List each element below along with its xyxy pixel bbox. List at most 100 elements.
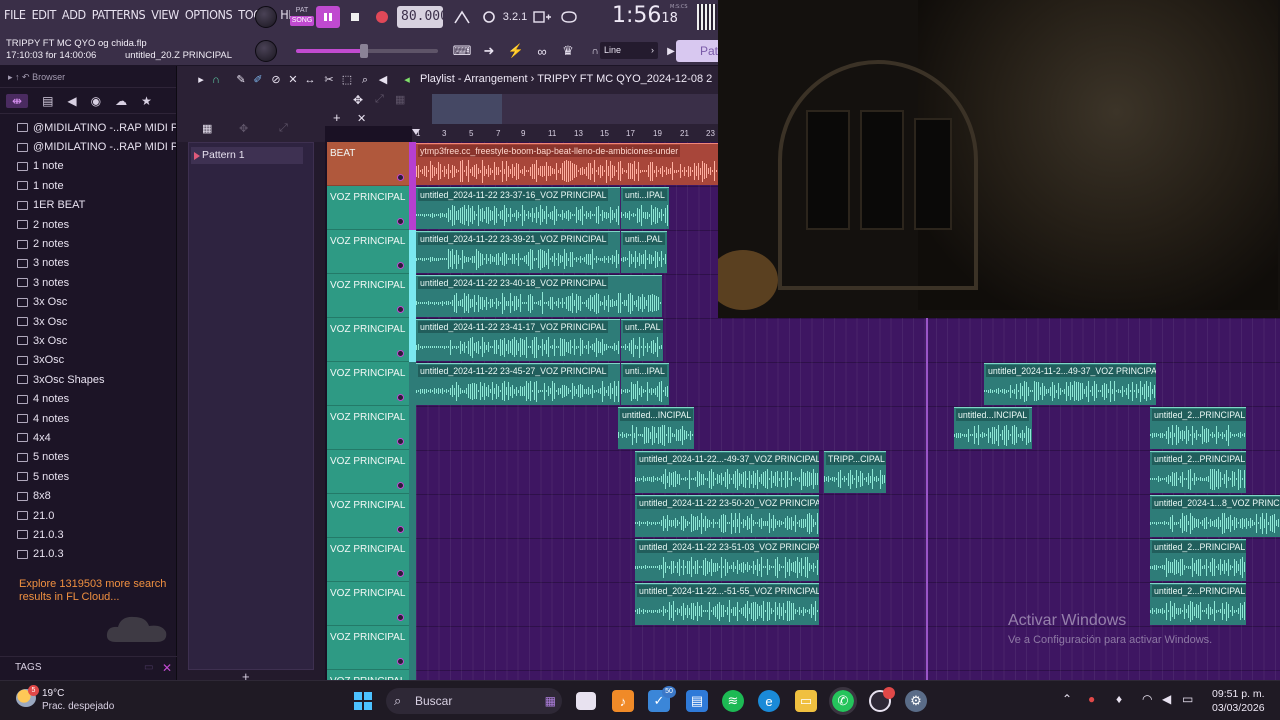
arrangement-icon[interactable]: ◂	[400, 73, 414, 87]
menu-file[interactable]: FILE	[4, 7, 26, 22]
track-header[interactable]: VOZ PRINCIPAL	[327, 494, 409, 538]
tab-speaker-icon[interactable]: ◀	[67, 94, 76, 108]
browser-item[interactable]: @MIDILATINO -..RAP MIDI PACK	[0, 118, 176, 137]
zoom-icon[interactable]: ⌕	[358, 73, 372, 87]
stamp-button[interactable]: ♛	[557, 41, 579, 61]
vocal-audio-clip[interactable]: untitled_2...PRINCIPAL	[1150, 407, 1246, 449]
browser-item[interactable]: 4 notes	[0, 389, 176, 408]
plugin-button[interactable]: ⚡	[505, 41, 527, 61]
track-color-strip[interactable]	[409, 538, 416, 582]
master-volume-knob[interactable]	[255, 6, 277, 28]
track-record-icon[interactable]	[397, 526, 404, 533]
piano-roll-button[interactable]: ⌨	[451, 41, 473, 61]
countdown-button[interactable]: 3.2.1	[503, 6, 527, 28]
mute-icon[interactable]: ✕	[286, 73, 300, 87]
cloud-search-message[interactable]: Explore 1319503 more search results in F…	[19, 578, 169, 604]
close-track-icon[interactable]: ✕	[357, 112, 366, 125]
microphone-icon[interactable]: ♦	[1116, 692, 1122, 706]
vocal-audio-clip[interactable]: untitled_2024-11-22 23-41-17_VOZ PRINCIP…	[416, 319, 620, 361]
track-record-icon[interactable]	[397, 394, 404, 401]
notes-app-icon[interactable]: ▤	[686, 690, 708, 712]
track-record-icon[interactable]	[397, 614, 404, 621]
track-record-icon[interactable]	[397, 350, 404, 357]
track-header[interactable]: VOZ PRINCIPAL	[327, 538, 409, 582]
track-record-icon[interactable]	[397, 482, 404, 489]
stop-button[interactable]	[343, 6, 367, 28]
step-edit-button[interactable]	[530, 6, 554, 28]
tab-all-icon[interactable]: ⇼	[6, 93, 29, 108]
vocal-audio-clip[interactable]: untitled_2024-11-2...49-37_VOZ PRINCIPAL	[984, 363, 1156, 405]
menu-edit[interactable]: EDIT	[32, 7, 57, 22]
beat-audio-clip[interactable]: ytmp3free.cc_freestyle-boom-bap-beat-lle…	[416, 143, 718, 185]
browser-item[interactable]: 3xOsc	[0, 351, 176, 370]
track-record-icon[interactable]	[397, 658, 404, 665]
browser-item[interactable]: 8x8	[0, 486, 176, 505]
magnet-snap-icon[interactable]: ∩	[209, 73, 223, 87]
vocal-audio-clip[interactable]: unti...PAL	[621, 231, 667, 273]
browser-item[interactable]: 2 notes	[0, 234, 176, 253]
track-header[interactable]: VOZ PRINCIPAL	[327, 362, 409, 406]
vocal-audio-clip[interactable]: unt...PAL	[621, 319, 663, 361]
overview-viewport[interactable]	[432, 94, 502, 124]
folder-icon[interactable]: ▭	[144, 657, 153, 679]
vocal-audio-clip[interactable]: untitled_2024-1...8_VOZ PRINCIPAL	[1150, 495, 1280, 537]
pencil-icon[interactable]: ✎	[234, 73, 248, 87]
start-button[interactable]	[352, 690, 374, 712]
vocal-audio-clip[interactable]: unti...IPAL	[621, 187, 669, 229]
playhead-marker[interactable]	[412, 129, 420, 135]
loop-button[interactable]	[557, 6, 581, 28]
track-color-strip[interactable]	[409, 494, 416, 538]
tray-app-icon[interactable]: ●	[1088, 692, 1095, 706]
tab-cloud-icon[interactable]: ☁	[115, 94, 127, 108]
vocal-audio-clip[interactable]: untitled_2...PRINCIPAL	[1150, 583, 1246, 625]
track-color-strip[interactable]	[409, 274, 416, 318]
track-header[interactable]: VOZ PRINCIPAL	[327, 406, 409, 450]
chevron-up-icon[interactable]: ⌃	[1062, 692, 1072, 706]
edge-icon[interactable]: e	[758, 690, 780, 712]
track-record-icon[interactable]	[397, 438, 404, 445]
delete-icon[interactable]: ⊘	[269, 73, 283, 87]
browser-item[interactable]: 1 note	[0, 176, 176, 195]
track-header[interactable]: VOZ PRINCIPAL	[327, 318, 409, 362]
track-header[interactable]: VOZ PRINCIPAL	[327, 274, 409, 318]
browser-item[interactable]: 5 notes	[0, 467, 176, 486]
wait-input-button[interactable]	[477, 6, 501, 28]
browser-item[interactable]: 4 notes	[0, 409, 176, 428]
paint-icon[interactable]: ✐	[251, 73, 265, 87]
pat-song-toggle[interactable]: PAT SONG	[290, 6, 314, 28]
browser-item[interactable]: 3xOsc Shapes	[0, 370, 176, 389]
tab-star-icon[interactable]: ★	[141, 94, 152, 108]
browser-item[interactable]: 21.0	[0, 506, 176, 525]
vocal-audio-clip[interactable]: TRIPP...CIPAL	[824, 451, 886, 493]
slider-thumb[interactable]	[360, 44, 368, 58]
song-position-clock[interactable]: 1:5618 M:S:CS	[612, 3, 688, 28]
browser-item[interactable]: 4x4	[0, 428, 176, 447]
vocal-audio-clip[interactable]: untitled_2024-11-22 23-39-21_VOZ PRINCIP…	[416, 231, 620, 273]
whatsapp-icon[interactable]: ✆	[829, 687, 857, 715]
menu-add[interactable]: ADD	[62, 7, 86, 22]
resize-icon[interactable]: ⤢	[375, 93, 384, 106]
next-button[interactable]: ➜	[478, 41, 500, 61]
track-record-icon[interactable]	[397, 570, 404, 577]
move-tool-icon[interactable]: ✥	[353, 93, 363, 107]
vocal-audio-clip[interactable]: untitled_2024-11-22 23-51-03_VOZ PRINCIP…	[635, 539, 819, 581]
track-color-strip[interactable]	[409, 318, 416, 362]
tempo-display[interactable]: 80.000	[397, 6, 448, 28]
track-record-icon[interactable]	[397, 218, 404, 225]
track-record-icon[interactable]	[397, 306, 404, 313]
master-volume-slider[interactable]	[296, 44, 438, 58]
tab-project-icon[interactable]: ▤	[42, 94, 53, 108]
move-icon[interactable]: ✥	[239, 122, 248, 135]
track-color-strip[interactable]	[409, 230, 416, 274]
track-header[interactable]: VOZ PRINCIPAL	[327, 186, 409, 230]
track-record-icon[interactable]	[397, 262, 404, 269]
grid-icon[interactable]: ▦	[395, 93, 405, 106]
volume-icon[interactable]: ◀	[1162, 692, 1171, 706]
add-track-icon[interactable]: +	[333, 110, 341, 125]
vocal-audio-clip[interactable]: unti...IPAL	[621, 363, 669, 405]
snap-select[interactable]: Line ›	[600, 42, 658, 59]
browser-item[interactable]: 2 notes	[0, 215, 176, 234]
piano-icon[interactable]: ▦	[202, 122, 212, 135]
browser-item[interactable]: @MIDILATINO -..RAP MIDI PACK	[0, 137, 176, 156]
master-pitch-knob[interactable]	[255, 40, 277, 62]
